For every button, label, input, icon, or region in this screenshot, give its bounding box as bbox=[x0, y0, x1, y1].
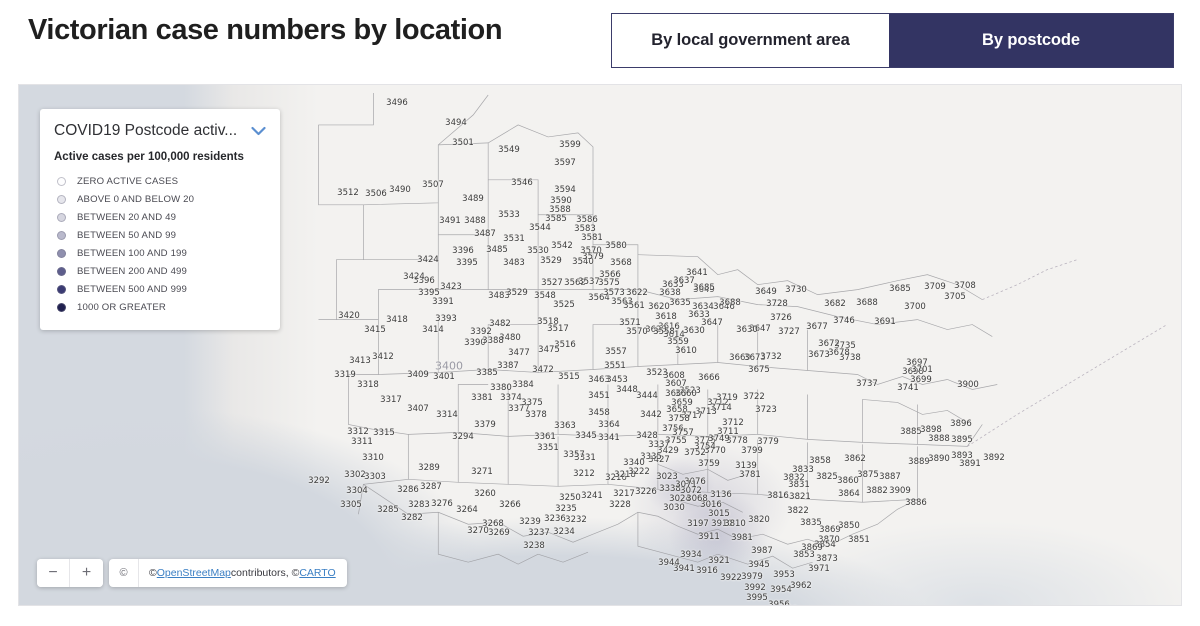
zoom-in-button[interactable]: + bbox=[70, 559, 103, 587]
legend-entry-label: BETWEEN 200 AND 499 bbox=[77, 265, 188, 277]
postcode-label: 3959 bbox=[776, 605, 798, 606]
legend-swatch-icon bbox=[57, 176, 66, 186]
attribution-middle: contributors, © bbox=[230, 567, 300, 579]
map-container[interactable]: 3496 3494 3501 3549 3599 3597 3546 3594 3590 3588… bbox=[18, 84, 1182, 606]
legend-entry-label: BETWEEN 100 AND 199 bbox=[77, 247, 188, 259]
legend-entry-label: BETWEEN 500 AND 999 bbox=[77, 283, 188, 295]
carto-link[interactable]: CARTO bbox=[299, 567, 335, 579]
copyright-icon[interactable]: © bbox=[109, 559, 139, 587]
legend-entry-label: BETWEEN 20 AND 49 bbox=[77, 211, 177, 223]
legend-entry[interactable]: ABOVE 0 AND BELOW 20 bbox=[54, 190, 266, 208]
legend-entry[interactable]: 1000 OR GREATER bbox=[54, 298, 266, 316]
legend-entry-label: BETWEEN 50 AND 99 bbox=[77, 229, 177, 241]
view-toggle-group: By local government area By postcode bbox=[611, 13, 1174, 68]
legend-title: COVID19 Postcode activ... bbox=[54, 122, 238, 139]
legend-entry-label: ABOVE 0 AND BELOW 20 bbox=[77, 193, 195, 205]
legend-entry[interactable]: BETWEEN 100 AND 199 bbox=[54, 244, 266, 262]
tab-by-local-government-area[interactable]: By local government area bbox=[612, 14, 889, 67]
legend-subtitle: Active cases per 100,000 residents bbox=[54, 151, 244, 163]
legend-swatch-icon bbox=[57, 302, 66, 312]
legend-entry-label: ZERO ACTIVE CASES bbox=[77, 175, 179, 187]
legend-swatch-icon bbox=[57, 266, 66, 276]
legend-entry[interactable]: BETWEEN 200 AND 499 bbox=[54, 262, 266, 280]
openstreetmap-link[interactable]: OpenStreetMap bbox=[157, 567, 231, 579]
legend-entry[interactable]: BETWEEN 500 AND 999 bbox=[54, 280, 266, 298]
tab-by-postcode[interactable]: By postcode bbox=[889, 14, 1173, 67]
zoom-out-button[interactable]: − bbox=[37, 559, 70, 587]
legend-entry-label: 1000 OR GREATER bbox=[77, 301, 166, 313]
legend-header: COVID19 Postcode activ... bbox=[54, 122, 266, 140]
legend-entry[interactable]: ZERO ACTIVE CASES bbox=[54, 172, 266, 190]
zoom-controls: − + bbox=[37, 559, 103, 587]
legend-entry-list: ZERO ACTIVE CASES ABOVE 0 AND BELOW 20 BET… bbox=[54, 172, 266, 316]
legend-entry[interactable]: BETWEEN 50 AND 99 bbox=[54, 226, 266, 244]
map-attribution: © © OpenStreetMap contributors, © CARTO bbox=[109, 559, 347, 587]
legend-swatch-icon bbox=[57, 248, 66, 258]
legend-swatch-icon bbox=[57, 212, 66, 222]
page-title: Victorian case numbers by location bbox=[28, 14, 503, 46]
attribution-prefix: © bbox=[149, 567, 157, 579]
legend-swatch-icon bbox=[57, 230, 66, 240]
legend-swatch-icon bbox=[57, 284, 66, 294]
page-header: Victorian case numbers by location By lo… bbox=[0, 0, 1200, 82]
chevron-down-icon[interactable] bbox=[251, 126, 266, 136]
legend-swatch-icon bbox=[57, 194, 66, 204]
legend-panel[interactable]: COVID19 Postcode activ... Active cases p… bbox=[40, 109, 280, 330]
legend-entry[interactable]: BETWEEN 20 AND 49 bbox=[54, 208, 266, 226]
